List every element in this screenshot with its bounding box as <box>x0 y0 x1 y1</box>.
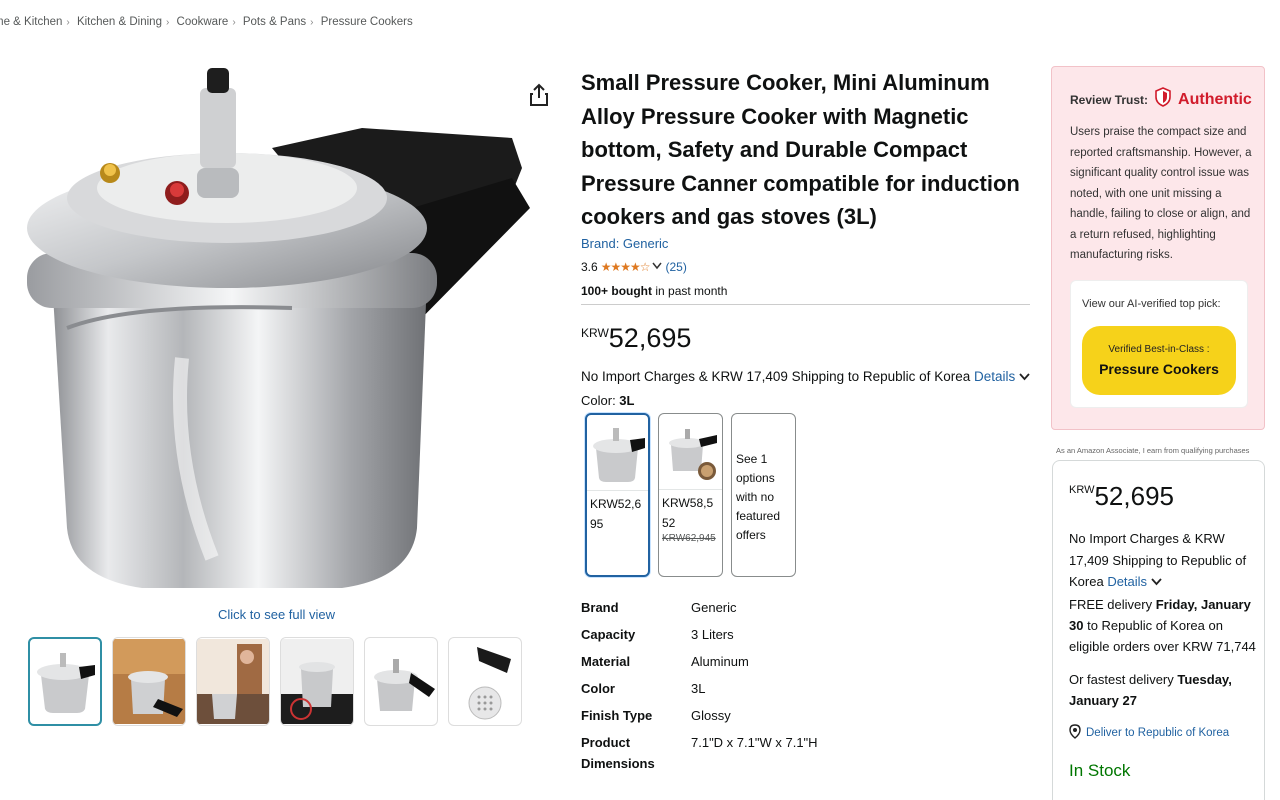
swatch-price: KRW52,695 <box>590 497 642 531</box>
buybox-shipping: No Import Charges & KRW 17,409 Shipping … <box>1069 528 1254 593</box>
shipping-text: No Import Charges & KRW 17,409 Shipping … <box>581 369 974 384</box>
thumbnail[interactable] <box>280 637 354 726</box>
top-pick-small-text: Verified Best-in-Class : <box>1108 344 1210 355</box>
spec-value: Glossy <box>691 708 731 723</box>
thumbnail[interactable] <box>448 637 522 726</box>
spec-value: 3 Liters <box>691 627 734 642</box>
shield-icon <box>1154 87 1172 112</box>
swatch-price: KRW58,552 <box>662 496 714 530</box>
rating-count-link[interactable]: (25) <box>665 260 686 274</box>
breadcrumb-item[interactable]: Kitchen & Dining <box>77 16 162 28</box>
bought-in-past-month: 100+ bought in past month <box>581 284 727 298</box>
main-product-image[interactable] <box>12 58 542 603</box>
spec-row: Material Aluminum <box>581 651 891 672</box>
spec-key: Capacity <box>581 627 636 642</box>
full-view-link[interactable]: Click to see full view <box>218 607 335 622</box>
fastest-delivery-info: Or fastest delivery Tuesday, January 27 <box>1069 669 1259 711</box>
fastest-delivery-prefix: Or fastest delivery <box>1069 672 1178 687</box>
buybox-price-currency: KRW <box>1069 484 1095 496</box>
buybox-price-amount: 52,695 <box>1094 481 1174 511</box>
thumbnail[interactable] <box>28 637 102 726</box>
price-currency: KRW <box>581 326 609 340</box>
review-trust-summary: Users praise the compact size and report… <box>1070 126 1252 261</box>
spec-value: Generic <box>691 600 737 615</box>
rating-value: 3.6 <box>581 260 598 274</box>
spec-row: Brand Generic <box>581 597 891 618</box>
buybox-details-link[interactable]: Details <box>1107 574 1147 589</box>
breadcrumb-item[interactable]: me & Kitchen <box>0 16 62 28</box>
divider <box>581 304 1030 305</box>
see-options-swatch[interactable]: See 1 options with no featured offers <box>731 413 796 577</box>
spec-value: 7.1"D x 7.1"W x 7.1"H <box>691 735 818 750</box>
share-icon[interactable] <box>528 83 550 107</box>
thumbnail[interactable] <box>112 637 186 726</box>
deliver-to-link[interactable]: Deliver to Republic of Korea <box>1069 724 1229 742</box>
location-pin-icon <box>1069 724 1081 742</box>
color-swatch[interactable]: KRW52,695 <box>585 413 650 577</box>
shipping-details-link[interactable]: Details <box>974 369 1015 384</box>
color-label-text: Color: <box>581 393 620 408</box>
spec-row: Capacity 3 Liters <box>581 624 891 645</box>
rating-row: 3.6 ★★★★☆ (25) <box>581 260 687 274</box>
review-trust-verdict: Authentic <box>1178 90 1252 108</box>
product-specs-table: Brand Generic Capacity 3 Liters Material Al… <box>581 597 891 780</box>
free-delivery-suffix: to Republic of Korea on eligible orders … <box>1069 618 1256 654</box>
free-delivery-prefix: FREE delivery <box>1069 597 1156 612</box>
associate-disclosure: As an Amazon Associate, I earn from qual… <box>1056 446 1250 455</box>
review-trust-panel: Review Trust: Authentic Users praise the… <box>1051 66 1265 430</box>
breadcrumb-item[interactable]: Cookware <box>177 16 229 28</box>
spec-row: Finish Type Glossy <box>581 705 891 726</box>
chevron-down-icon[interactable] <box>1151 574 1162 589</box>
review-trust-label: Review Trust: <box>1070 92 1149 107</box>
spec-row: Product Dimensions 7.1"D x 7.1"W x 7.1"H <box>581 732 891 774</box>
breadcrumb-separator: › <box>310 17 314 28</box>
swatch-image <box>587 415 648 491</box>
thumbnail-strip <box>28 637 522 726</box>
breadcrumb-separator: › <box>66 17 70 28</box>
shipping-info: No Import Charges & KRW 17,409 Shipping … <box>581 369 1030 384</box>
spec-key: Finish Type <box>581 708 653 723</box>
buy-box: KRW 52,695 No Import Charges & KRW 17,40… <box>1052 460 1265 800</box>
deliver-to-text: Deliver to Republic of Korea <box>1086 727 1230 739</box>
bought-count: 100+ bought <box>581 284 653 298</box>
top-pick-box: View our AI-verified top pick: Verified … <box>1070 280 1248 408</box>
breadcrumb-item[interactable]: Pots & Pans <box>243 16 306 28</box>
spec-key: Color <box>581 681 615 696</box>
breadcrumb-item[interactable]: Pressure Cookers <box>321 16 413 28</box>
product-title: Small Pressure Cooker, Mini Aluminum All… <box>581 70 1020 229</box>
spec-key: Product Dimensions <box>581 735 655 771</box>
review-trust-header: Review Trust: Authentic <box>1070 87 1252 112</box>
spec-value: Aluminum <box>691 654 749 669</box>
price: KRW 52,695 <box>581 320 691 356</box>
spec-row: Color 3L <box>581 678 891 699</box>
swatch-image <box>659 414 722 490</box>
thumbnail[interactable] <box>364 637 438 726</box>
color-swatch[interactable]: KRW58,552 KRW62,945 <box>658 413 723 577</box>
stock-status: In Stock <box>1069 761 1131 780</box>
swatch-list-price: KRW62,945 <box>662 533 716 544</box>
spec-value: 3L <box>691 681 706 696</box>
chevron-down-icon[interactable] <box>652 262 663 273</box>
bought-suffix: in past month <box>652 284 728 298</box>
free-delivery-info: FREE delivery Friday, January 30 to Repu… <box>1069 594 1259 657</box>
price-amount: 52,695 <box>608 323 692 353</box>
thumbnail[interactable] <box>196 637 270 726</box>
top-pick-button[interactable]: Verified Best-in-Class : Pressure Cooker… <box>1082 326 1236 395</box>
buybox-price: KRW 52,695 <box>1069 479 1174 513</box>
spec-key: Material <box>581 654 631 669</box>
brand-link[interactable]: Brand: Generic <box>581 236 668 251</box>
color-selected-value: 3L <box>619 393 635 408</box>
chevron-down-icon[interactable] <box>1019 369 1030 384</box>
breadcrumb: me & Kitchen › Kitchen & Dining › Cookware… <box>0 16 413 28</box>
color-label: Color: 3L <box>581 393 634 408</box>
breadcrumb-separator: › <box>232 17 236 28</box>
top-pick-category: Pressure Cookers <box>1099 361 1219 377</box>
color-swatches: KRW52,695 KRW58,552 KRW62,945 See 1 opti… <box>585 413 796 577</box>
spec-key: Brand <box>581 600 619 615</box>
top-pick-label: View our AI-verified top pick: <box>1082 298 1221 310</box>
breadcrumb-separator: › <box>165 17 170 28</box>
see-options-text: See 1 options with no featured offers <box>736 452 781 542</box>
star-rating-icon[interactable]: ★★★★☆ <box>601 260 651 274</box>
